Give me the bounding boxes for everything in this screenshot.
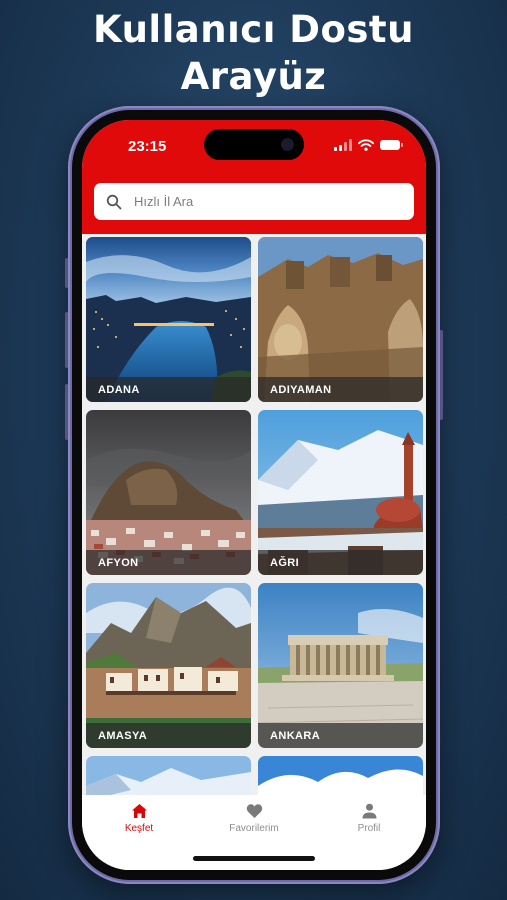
headline-line-1: Kullanıcı Dostu (93, 8, 414, 51)
city-name: AĞRI (270, 557, 300, 569)
app-header: 23:15 (82, 120, 426, 234)
tab-profil[interactable]: Profil (319, 803, 419, 834)
tab-kesfet[interactable]: Keşfet (89, 803, 189, 834)
city-card-ankara[interactable]: ANKARA (258, 583, 423, 748)
phone-screen: 23:15 Hızlı İl Ara ADANA ADIYAMAN AFYON … (82, 120, 426, 870)
heart-icon (246, 804, 262, 818)
tab-favorilerim[interactable]: Favorilerim (204, 803, 304, 834)
city-name: AFYON (98, 557, 139, 569)
city-photo-partial-right (258, 756, 423, 795)
city-card-adiyaman[interactable]: ADIYAMAN (258, 237, 423, 402)
city-name: AMASYA (98, 730, 148, 742)
city-card-partial-right[interactable] (258, 756, 423, 795)
city-photo-partial-left (86, 756, 251, 795)
tab-label: Favorilerim (229, 823, 279, 834)
home-icon (131, 804, 147, 818)
city-name: ANKARA (270, 730, 321, 742)
status-time: 23:15 (128, 138, 167, 155)
front-camera-icon (281, 138, 294, 151)
city-card-afyon[interactable]: AFYON (86, 410, 251, 575)
search-input[interactable] (132, 193, 414, 210)
city-card-agri[interactable]: AĞRI (258, 410, 423, 575)
wifi-icon (358, 139, 374, 151)
dynamic-island (204, 129, 304, 160)
cellular-signal-icon (334, 139, 352, 151)
search-bar[interactable] (94, 183, 414, 220)
city-card-amasya[interactable]: AMASYA (86, 583, 251, 748)
tab-label: Keşfet (124, 823, 154, 834)
city-card-adana[interactable]: ADANA (86, 237, 251, 402)
city-grid: ADANA ADIYAMAN AFYON AĞRI AMASYA ANKARA (82, 234, 426, 795)
home-indicator (193, 856, 315, 861)
headline-line-2: Arayüz (180, 55, 327, 98)
person-icon (362, 803, 376, 819)
battery-icon (380, 140, 403, 150)
city-card-partial-left[interactable] (86, 756, 251, 795)
search-icon (106, 194, 122, 209)
headline: Kullanıcı Dostu Arayüz (0, 6, 507, 100)
city-name: ADANA (98, 384, 140, 396)
status-icons (334, 138, 403, 152)
tab-label: Profil (357, 823, 381, 834)
city-name: ADIYAMAN (270, 384, 332, 396)
